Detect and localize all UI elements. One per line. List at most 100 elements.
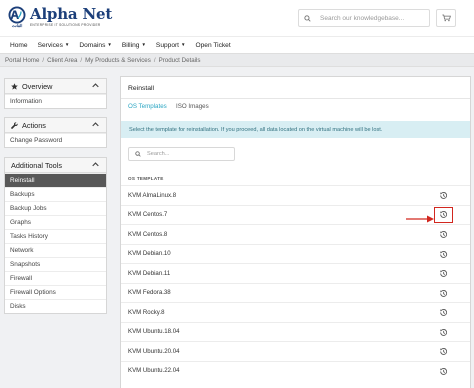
knowledgebase-search[interactable] [298,9,430,27]
template-name: KVM Ubuntu.22.04 [128,367,180,375]
restore-icon[interactable] [438,327,449,338]
actions-panel-title: Actions [22,120,46,130]
breadcrumb-client-area[interactable]: Client Area [47,57,77,64]
tab-os-templates[interactable]: OS Templates [128,103,167,110]
breadcrumb-separator: / [42,56,45,64]
nav-domains[interactable]: Domains ▼ [79,42,112,49]
history-glyph [440,309,448,316]
history-glyph [440,289,448,297]
template-row: KVM Debian.10 [121,243,470,264]
template-name: KVM Debian.11 [128,269,171,277]
breadcrumb-separator: / [153,56,156,64]
restore-icon[interactable] [438,288,449,299]
nav-home[interactable]: Home [10,42,28,49]
sidebar-item-tasks-history[interactable]: Tasks History [5,229,106,243]
wrench-icon [11,121,18,129]
chevron-up-icon[interactable] [92,83,99,88]
nav-services-label: Services [37,41,63,49]
actions-panel: Actions Change Password [4,117,107,148]
template-row: KVM Centos.8 [121,224,470,244]
breadcrumb-separator: / [80,56,83,64]
sidebar-item-disks[interactable]: Disks [5,299,106,313]
overview-panel-title: Overview [22,81,53,91]
nav-billing[interactable]: Billing ▼ [122,42,146,49]
sidebar-item-reinstall[interactable]: Reinstall [5,173,106,187]
sidebar-item-change-password[interactable]: Change Password [5,133,106,147]
sidebar-item-firewall-options[interactable]: Firewall Options [5,285,106,299]
tab-iso-images[interactable]: ISO Images [176,103,209,110]
nav-open-ticket[interactable]: Open Ticket [196,42,231,49]
nav-domains-label: Domains [79,41,106,49]
template-row: KVM AlmaLinux.8 [121,185,470,205]
restore-icon[interactable] [438,229,449,240]
sidebar-item-backup-jobs[interactable]: Backup Jobs [5,201,106,215]
alpha-logo-mark-icon: الفانت [6,6,28,28]
caret-down-icon: ▼ [64,41,70,47]
breadcrumb-product-details: Product Details [158,56,201,64]
brand-logo[interactable]: الفانت Alpha Net ENTERPRISE IT SOLUTIONS… [6,6,112,28]
breadcrumb-portal-home[interactable]: Portal Home [5,57,39,64]
overview-panel-header[interactable]: Overview [5,79,106,94]
breadcrumb: Portal Home / Client Area / My Products … [0,53,474,67]
history-glyph [440,231,448,238]
restore-icon[interactable] [438,346,449,357]
history-glyph [440,192,448,199]
template-row: KVM Ubuntu.22.04 [121,360,470,381]
template-row: KVM Debian.11 [121,263,470,283]
history-glyph [440,250,448,258]
restore-icon[interactable] [438,249,449,260]
logo-arabic-caption: الفانت [11,23,23,28]
caret-down-icon: ▼ [141,41,146,47]
caret-down-icon: ▼ [181,41,186,47]
sidebar-item-graphs[interactable]: Graphs [5,215,106,229]
restore-icon[interactable] [438,307,449,318]
site-header: الفانت Alpha Net ENTERPRISE IT SOLUTIONS… [0,0,474,36]
template-search[interactable] [128,147,235,161]
breadcrumb-my-products[interactable]: My Products & Services [85,57,151,64]
template-name: KVM Centos.7 [128,211,168,219]
search-icon [304,14,311,22]
template-name: KVM Centos.8 [128,230,168,238]
nav-services[interactable]: Services ▼ [38,42,70,49]
restore-icon[interactable] [434,206,453,223]
sidebar-item-network[interactable]: Network [5,243,106,257]
cart-icon [441,14,451,22]
main-nav: Home Services ▼ Domains ▼ Billing ▼ Support… [0,36,474,53]
template-name: KVM Rocky.8 [128,308,165,316]
template-name: KVM Debian.10 [128,250,171,258]
cart-button[interactable] [436,9,456,27]
history-glyph [440,270,448,277]
os-template-column-header: OS TEMPLATE [128,176,164,181]
history-glyph [440,348,448,355]
history-glyph [440,367,448,375]
template-row: KVM Fedora.38 [121,282,470,303]
restore-icon[interactable] [438,366,449,377]
history-glyph [440,328,448,336]
additional-tools-panel-header[interactable]: Additional Tools [5,158,106,173]
sidebar-item-snapshots[interactable]: Snapshots [5,257,106,271]
template-name: KVM Ubuntu.20.04 [128,347,180,355]
template-row: KVM Ubuntu.18.04 [121,321,470,342]
template-row: KVM Rocky.8 [121,302,470,322]
template-search-input[interactable] [147,151,227,157]
search-icon [135,151,141,157]
sidebar-item-backups[interactable]: Backups [5,187,106,201]
nav-support[interactable]: Support ▼ [156,42,186,49]
sidebar-item-information[interactable]: Information [5,94,106,108]
additional-tools-panel: Additional Tools Reinstall Backups Backu… [4,157,107,314]
brand-name: Alpha Net [30,5,113,23]
star-icon [11,82,18,90]
nav-support-label: Support [155,41,180,49]
chevron-up-icon[interactable] [92,162,99,167]
reinstall-warning-alert: Select the template for reinstallation. … [121,121,470,138]
nav-billing-label: Billing [121,41,140,49]
divider [121,98,470,99]
restore-icon[interactable] [438,190,449,201]
brand-tagline: ENTERPRISE IT SOLUTIONS PROVIDER [30,23,101,27]
reinstall-panel: Reinstall OS Templates ISO Images Select… [120,76,471,388]
knowledgebase-search-input[interactable] [320,14,420,22]
chevron-up-icon[interactable] [92,122,99,127]
restore-icon[interactable] [438,268,449,279]
actions-panel-header[interactable]: Actions [5,118,106,133]
sidebar-item-firewall[interactable]: Firewall [5,271,106,285]
